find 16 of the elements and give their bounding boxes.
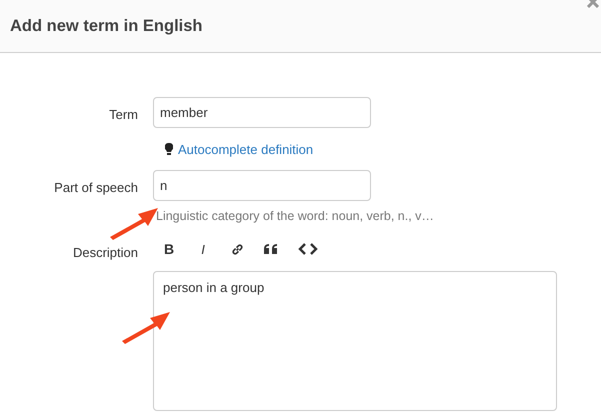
annotation-arrow [120, 311, 172, 345]
field-label: Part of speech [53, 178, 138, 197]
bold-button[interactable]: B [153, 239, 185, 260]
field-label: Term [108, 106, 138, 124]
autocomplete-link[interactable]: Autocomplete definition [178, 140, 314, 160]
help-text: Linguistic category of the word: noun, verb, n., v… [156, 208, 434, 225]
text-field[interactable]: n [153, 170, 371, 200]
italic-button[interactable]: I [187, 239, 219, 260]
lightbulb-icon [165, 143, 173, 156]
field-label: Description [72, 244, 138, 262]
code-icon [298, 243, 318, 256]
link-icon [230, 242, 244, 256]
text-field[interactable]: member [153, 97, 371, 128]
quote-icon [264, 244, 278, 255]
description-field[interactable]: person in a group [153, 271, 557, 412]
dialog-title: Add new term in English [10, 16, 203, 37]
